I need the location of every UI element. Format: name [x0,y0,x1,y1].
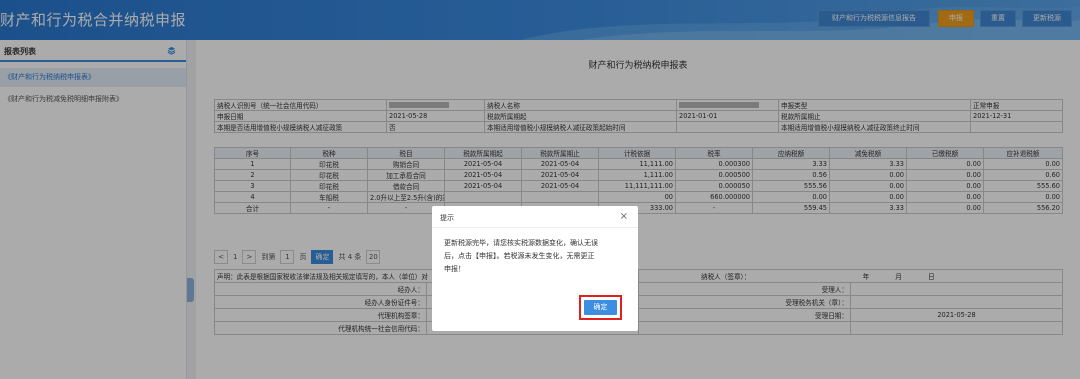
dialog-title: 提示 [440,214,454,222]
close-icon[interactable]: × [620,211,628,222]
dialog-message: 更新税源完毕，请您核实税源数据变化，确认无误 后，点击【申报】。若税源未发生变化… [444,239,598,273]
ok-button-highlight: 确定 [579,295,622,320]
ok-button[interactable]: 确定 [584,300,617,315]
dialog-header: 提示 × [432,206,638,228]
prompt-dialog: 提示 × 更新税源完毕，请您核实税源数据变化，确认无误 后，点击【申报】。若税源… [432,206,638,331]
